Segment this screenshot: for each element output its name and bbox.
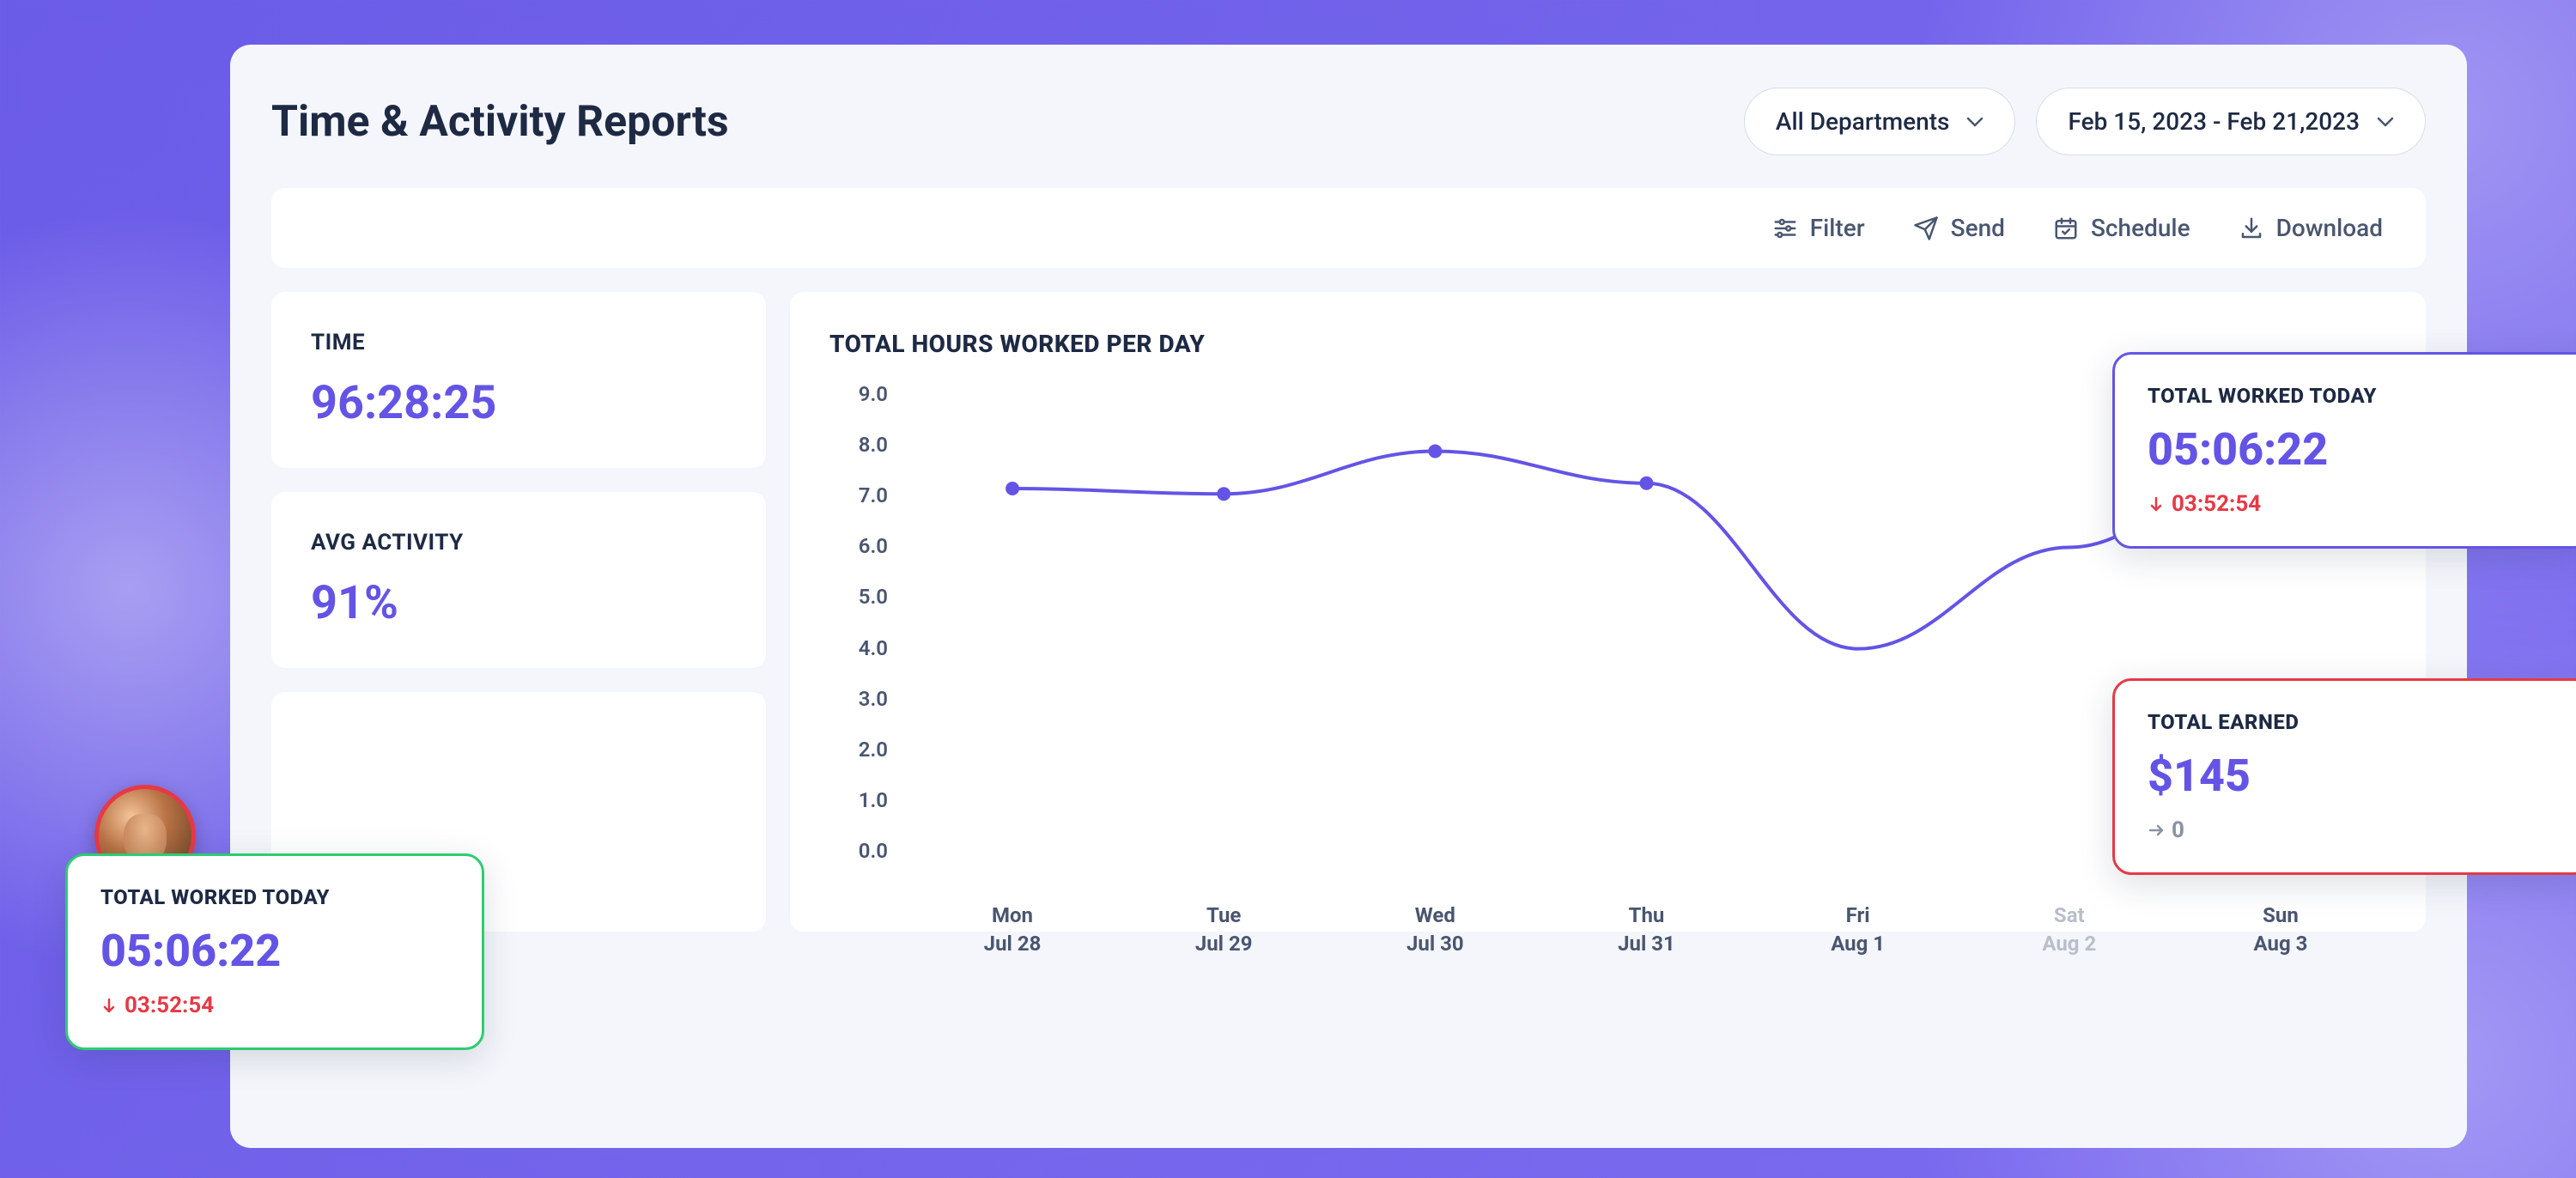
chart-marker: [1005, 482, 1019, 495]
date-range-dropdown[interactable]: Feb 15, 2023 - Feb 21,2023: [2036, 88, 2426, 155]
arrow-down-icon: [100, 997, 118, 1014]
x-label: TueJul 29: [1118, 902, 1329, 959]
worked-today-card-left: TOTAL WORKED TODAY 05:06:22 03:52:54: [65, 853, 484, 1050]
total-earned-delta: 0: [2148, 817, 2558, 843]
x-label: ThuJul 31: [1540, 902, 1752, 959]
main-grid: TIME 96:28:25 AVG ACTIVITY 91% TOTAL HOU…: [271, 292, 2426, 932]
date-range-label: Feb 15, 2023 - Feb 21,2023: [2068, 107, 2360, 136]
total-earned-value: $145: [2148, 750, 2558, 802]
download-icon: [2239, 216, 2264, 241]
total-earned-delta-value: 0: [2172, 817, 2184, 843]
worked-today-right-delta-value: 03:52:54: [2172, 491, 2261, 517]
filter-icon: [1772, 216, 1798, 241]
y-tick: 2.0: [847, 738, 888, 762]
chart-marker: [1217, 487, 1230, 501]
worked-today-right-delta: 03:52:54: [2148, 491, 2558, 517]
header-dropdowns: All Departments Feb 15, 2023 - Feb 21,20…: [1744, 88, 2426, 155]
x-label: MonJul 28: [907, 902, 1118, 959]
total-earned-label: TOTAL EARNED: [2148, 710, 2558, 734]
send-icon: [1913, 216, 1939, 241]
arrow-right-icon: [2148, 822, 2165, 839]
worked-today-card-right: TOTAL WORKED TODAY 05:06:22 03:52:54: [2112, 352, 2576, 549]
total-earned-card: TOTAL EARNED $145 0: [2112, 678, 2576, 875]
filter-label: Filter: [1810, 214, 1865, 242]
y-tick: 4.0: [847, 636, 888, 660]
page-title: Time & Activity Reports: [271, 97, 729, 147]
left-column: TIME 96:28:25 AVG ACTIVITY 91%: [271, 292, 766, 932]
send-label: Send: [1951, 214, 2005, 242]
time-card: TIME 96:28:25: [271, 292, 766, 468]
avg-activity-card: AVG ACTIVITY 91%: [271, 492, 766, 668]
y-tick: 6.0: [847, 534, 888, 558]
filter-button[interactable]: Filter: [1772, 214, 1865, 242]
time-value: 96:28:25: [311, 376, 726, 430]
calendar-icon: [2053, 216, 2079, 241]
dashboard-panel: Time & Activity Reports All Departments …: [230, 45, 2467, 1148]
avg-activity-label: AVG ACTIVITY: [311, 530, 726, 556]
avg-activity-value: 91%: [311, 576, 726, 630]
schedule-label: Schedule: [2091, 214, 2190, 242]
download-button[interactable]: Download: [2239, 214, 2383, 242]
y-tick: 1.0: [847, 788, 888, 812]
schedule-button[interactable]: Schedule: [2053, 214, 2190, 242]
worked-today-right-label: TOTAL WORKED TODAY: [2148, 384, 2558, 408]
arrow-down-icon: [2148, 495, 2165, 513]
y-tick: 5.0: [847, 585, 888, 609]
chevron-down-icon: [1966, 117, 1984, 127]
department-dropdown-label: All Departments: [1776, 107, 1950, 136]
chart-marker: [1640, 477, 1654, 490]
send-button[interactable]: Send: [1913, 214, 2005, 242]
y-tick: 8.0: [847, 433, 888, 457]
x-label: FriAug 1: [1753, 902, 1964, 959]
download-label: Download: [2276, 214, 2383, 242]
x-label: WedJul 30: [1329, 902, 1540, 959]
y-tick: 7.0: [847, 483, 888, 507]
chart-marker: [1428, 444, 1442, 458]
worked-today-left-label: TOTAL WORKED TODAY: [100, 885, 449, 909]
x-label: SunAug 3: [2175, 902, 2386, 959]
toolbar: Filter Send Schedule Download: [271, 188, 2426, 268]
chevron-down-icon: [2377, 117, 2394, 127]
header: Time & Activity Reports All Departments …: [271, 88, 2426, 155]
department-dropdown[interactable]: All Departments: [1744, 88, 2016, 155]
y-tick: 3.0: [847, 687, 888, 711]
x-axis-labels: MonJul 28TueJul 29WedJul 30ThuJul 31FriA…: [907, 902, 2386, 959]
x-label: SatAug 2: [1964, 902, 2175, 959]
time-label: TIME: [311, 330, 726, 355]
y-tick: 0.0: [847, 839, 888, 863]
worked-today-left-value: 05:06:22: [100, 925, 449, 977]
y-axis-ticks: 9.0 8.0 7.0 6.0 5.0 4.0 3.0 2.0 1.0 0.0: [847, 382, 888, 863]
worked-today-right-value: 05:06:22: [2148, 423, 2558, 476]
worked-today-left-delta-value: 03:52:54: [125, 993, 214, 1018]
worked-today-left-delta: 03:52:54: [100, 993, 449, 1018]
y-tick: 9.0: [847, 382, 888, 406]
